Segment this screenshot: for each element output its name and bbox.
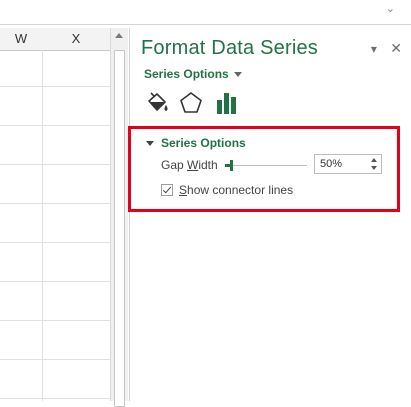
effects-pentagon-icon[interactable]: [178, 90, 204, 116]
grid-line: [0, 242, 110, 243]
grid-line: [0, 398, 110, 399]
grid-line: [42, 50, 43, 401]
chevron-down-icon[interactable]: ⌄: [386, 2, 395, 15]
scrollbar-thumb[interactable]: [114, 50, 125, 407]
gap-width-spinner[interactable]: 50%: [314, 154, 382, 174]
slider-knob[interactable]: [230, 160, 233, 171]
slider-track: [225, 165, 307, 166]
series-options-bar-icon[interactable]: [214, 90, 240, 116]
grid-line: [0, 125, 110, 126]
grid-line: [0, 86, 110, 87]
series-options-dropdown[interactable]: Series Options: [144, 67, 242, 81]
scroll-up-icon[interactable]: [115, 33, 123, 38]
grid-line: [0, 359, 110, 360]
grid-line: [0, 320, 110, 321]
grid-line: [0, 164, 110, 165]
column-header-x[interactable]: X: [42, 28, 110, 51]
series-options-dropdown-label: Series Options: [144, 67, 229, 81]
close-icon[interactable]: ✕: [390, 40, 402, 56]
pane-controls: ▾ ✕: [361, 40, 402, 57]
checkmark-icon: [162, 184, 172, 194]
collapse-triangle-icon: [146, 141, 154, 146]
pane-options-icon[interactable]: ▾: [371, 42, 377, 56]
grid-line: [0, 203, 110, 204]
spin-down-icon[interactable]: [371, 166, 377, 170]
vertical-scrollbar[interactable]: [110, 28, 128, 407]
worksheet-grid[interactable]: W X: [0, 28, 110, 401]
section-title: Series Options: [161, 136, 246, 150]
column-header-w[interactable]: W: [0, 28, 43, 51]
grid-line: [0, 281, 110, 282]
formula-bar-strip: ⌄: [0, 0, 411, 25]
format-data-series-pane: Format Data Series ▾ ✕ Series Options Se…: [128, 28, 411, 401]
caret-down-icon: [233, 72, 242, 78]
series-options-section-header[interactable]: Series Options: [146, 136, 246, 150]
show-connector-lines-checkbox[interactable]: [161, 184, 173, 196]
pane-title: Format Data Series: [141, 37, 318, 59]
fill-line-icon[interactable]: [144, 90, 170, 116]
show-connector-lines-label: Show connector lines: [179, 183, 294, 197]
gap-width-value[interactable]: 50%: [320, 158, 342, 170]
spin-up-icon[interactable]: [371, 158, 377, 162]
gap-width-slider[interactable]: [225, 160, 307, 171]
gap-width-label: Gap Width: [161, 158, 218, 172]
